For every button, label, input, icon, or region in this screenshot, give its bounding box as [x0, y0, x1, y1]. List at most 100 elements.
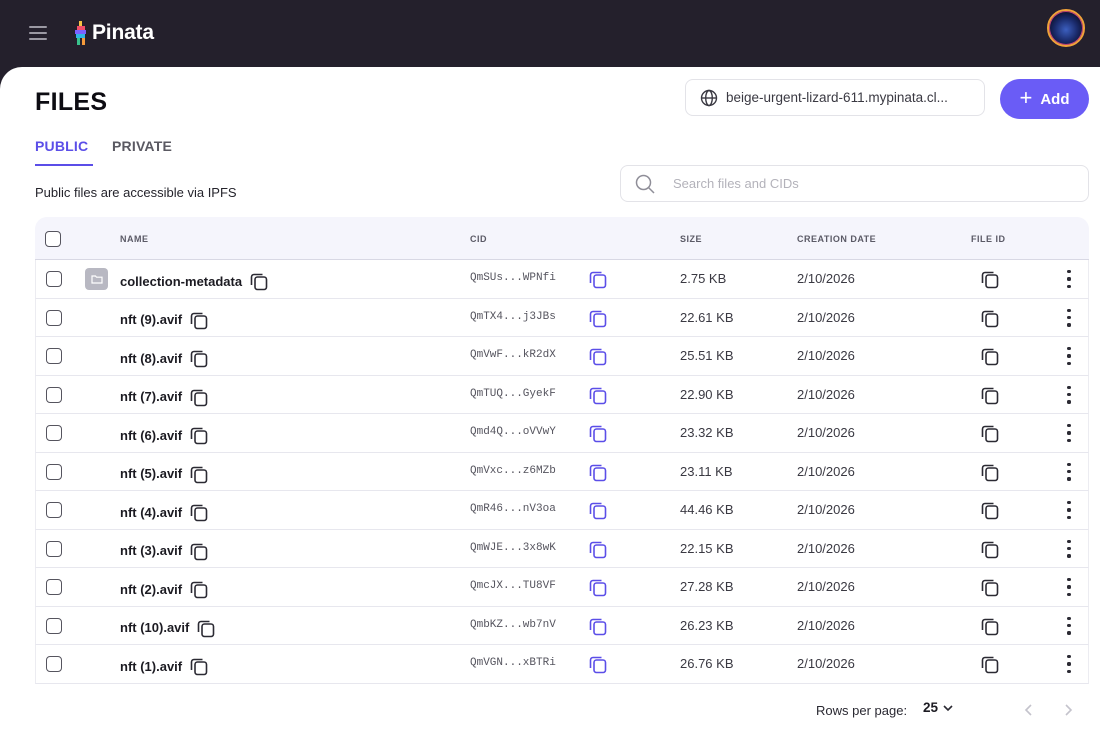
more-options-icon[interactable] — [1062, 655, 1076, 673]
row-checkbox[interactable] — [46, 502, 62, 518]
file-name[interactable]: nft (9).avif — [120, 312, 182, 327]
table-row[interactable]: nft (9).avif QmTX4...j3JBs 22.61 KB 2/10/20… — [35, 298, 1089, 337]
row-checkbox[interactable] — [46, 656, 62, 672]
file-name[interactable]: nft (3).avif — [120, 543, 182, 558]
previous-page-icon[interactable] — [1021, 702, 1037, 718]
more-options-icon[interactable] — [1062, 616, 1076, 635]
table-row[interactable]: nft (6).avif Qmd4Q...oVVwY 23.32 KB 2/10/20… — [35, 414, 1089, 453]
table-row[interactable]: collection-metadata QmSUs...WPNfi 2.75 KB 2… — [35, 260, 1089, 299]
copy-name-button[interactable] — [188, 386, 210, 408]
row-checkbox[interactable] — [46, 463, 62, 480]
column-header-file-id[interactable]: FILE ID — [971, 234, 1006, 244]
more-options-icon[interactable] — [1062, 578, 1076, 596]
top-bar: Pinata — [0, 0, 1100, 68]
file-name[interactable]: nft (4).avif — [120, 505, 182, 520]
more-options-icon[interactable] — [1062, 424, 1076, 442]
copy-file-id-button[interactable] — [979, 499, 1001, 521]
copy-name-button[interactable] — [195, 617, 217, 639]
more-options-icon[interactable] — [1062, 462, 1076, 481]
table-row[interactable]: nft (10).avif QmbKZ...wb7nV 26.23 KB 2/10/2… — [35, 606, 1089, 645]
tab-private[interactable]: PRIVATE — [112, 138, 172, 154]
copy-file-id-button[interactable] — [979, 615, 1001, 637]
copy-name-button[interactable] — [188, 309, 210, 331]
hamburger-menu-icon[interactable] — [29, 26, 47, 40]
copy-name-button[interactable] — [188, 501, 210, 523]
more-options-icon[interactable] — [1062, 308, 1076, 327]
copy-file-id-button[interactable] — [979, 268, 1001, 290]
copy-cid-button[interactable] — [587, 615, 609, 637]
copy-file-id-button[interactable] — [979, 422, 1001, 444]
row-checkbox[interactable] — [46, 579, 62, 595]
copy-file-id-button[interactable] — [979, 307, 1001, 329]
copy-name-button[interactable] — [188, 540, 210, 562]
copy-file-id-button[interactable] — [979, 653, 1001, 675]
visibility-hint: Public files are accessible via IPFS — [35, 185, 237, 200]
more-options-icon[interactable] — [1062, 270, 1076, 288]
copy-cid-button[interactable] — [587, 538, 609, 560]
copy-file-id-button[interactable] — [979, 576, 1001, 598]
copy-file-id-button[interactable] — [979, 384, 1001, 406]
copy-cid-button[interactable] — [587, 653, 609, 675]
copy-file-id-button[interactable] — [979, 538, 1001, 560]
copy-name-button[interactable] — [188, 578, 210, 600]
file-name[interactable]: nft (6).avif — [120, 428, 182, 443]
copy-name-button[interactable] — [188, 463, 210, 485]
copy-cid-button[interactable] — [587, 384, 609, 406]
copy-cid-button[interactable] — [587, 268, 609, 290]
select-all-checkbox[interactable] — [45, 231, 61, 247]
user-avatar[interactable] — [1047, 9, 1085, 47]
more-options-icon[interactable] — [1062, 385, 1076, 404]
gateway-selector[interactable]: beige-urgent-lizard-611.mypinata.cl... — [685, 79, 985, 116]
table-row[interactable]: nft (7).avif QmTUQ...GyekF 22.90 KB 2/10/20… — [35, 375, 1089, 414]
more-options-icon[interactable] — [1062, 501, 1076, 519]
copy-cid-button[interactable] — [587, 461, 609, 483]
copy-cid-button[interactable] — [587, 422, 609, 444]
more-options-icon[interactable] — [1062, 539, 1076, 558]
column-header-cid[interactable]: CID — [470, 234, 487, 244]
copy-name-button[interactable] — [248, 270, 270, 292]
copy-cid-button[interactable] — [587, 345, 609, 367]
search-box[interactable] — [620, 165, 1089, 202]
copy-cid-button[interactable] — [587, 307, 609, 329]
file-name[interactable]: nft (5).avif — [120, 466, 182, 481]
file-name[interactable]: nft (7).avif — [120, 389, 182, 404]
row-checkbox[interactable] — [46, 617, 62, 634]
column-header-creation-date[interactable]: CREATION DATE — [797, 234, 876, 244]
table-row[interactable]: nft (3).avif QmWJE...3x8wK 22.15 KB 2/10/20… — [35, 529, 1089, 568]
file-name[interactable]: nft (8).avif — [120, 351, 182, 366]
logo[interactable]: Pinata — [74, 20, 154, 46]
row-checkbox[interactable] — [46, 348, 62, 364]
creation-date: 2/10/2026 — [797, 579, 855, 594]
rows-per-page-select[interactable]: 25 — [923, 700, 954, 715]
more-options-icon[interactable] — [1062, 347, 1076, 365]
copy-file-id-button[interactable] — [979, 461, 1001, 483]
copy-name-button[interactable] — [188, 655, 210, 677]
file-name[interactable]: nft (2).avif — [120, 582, 182, 597]
table-row[interactable]: nft (1).avif QmVGN...xBTRi 26.76 KB 2/10/20… — [35, 645, 1089, 684]
file-name[interactable]: collection-metadata — [120, 274, 242, 289]
row-checkbox[interactable] — [46, 425, 62, 441]
table-row[interactable]: nft (4).avif QmR46...nV3oa 44.46 KB 2/10/20… — [35, 491, 1089, 530]
tab-public[interactable]: PUBLIC — [35, 138, 94, 166]
row-checkbox[interactable] — [46, 386, 62, 403]
column-header-name[interactable]: NAME — [120, 234, 149, 244]
table-row[interactable]: nft (2).avif QmcJX...TU8VF 27.28 KB 2/10/20… — [35, 568, 1089, 607]
file-name[interactable]: nft (10).avif — [120, 620, 189, 635]
file-name[interactable]: nft (1).avif — [120, 659, 182, 674]
row-checkbox[interactable] — [46, 309, 62, 326]
row-checkbox[interactable] — [46, 540, 62, 557]
add-button[interactable]: + Add — [1000, 79, 1089, 119]
column-header-size[interactable]: SIZE — [680, 234, 702, 244]
table-row[interactable]: nft (8).avif QmVwF...kR2dX 25.51 KB 2/10/20… — [35, 337, 1089, 376]
search-input[interactable] — [673, 176, 1053, 191]
copy-cid-button[interactable] — [587, 576, 609, 598]
next-page-icon[interactable] — [1060, 702, 1076, 718]
copy-name-button[interactable] — [188, 424, 210, 446]
copy-cid-button[interactable] — [587, 499, 609, 521]
copy-file-id-button[interactable] — [979, 345, 1001, 367]
row-checkbox[interactable] — [46, 271, 62, 287]
table-row[interactable]: nft (5).avif QmVxc...z6MZb 23.11 KB 2/10/20… — [35, 452, 1089, 491]
copy-name-button[interactable] — [188, 347, 210, 369]
creation-date: 2/10/2026 — [797, 463, 855, 479]
file-name-cell: collection-metadata — [120, 270, 270, 292]
